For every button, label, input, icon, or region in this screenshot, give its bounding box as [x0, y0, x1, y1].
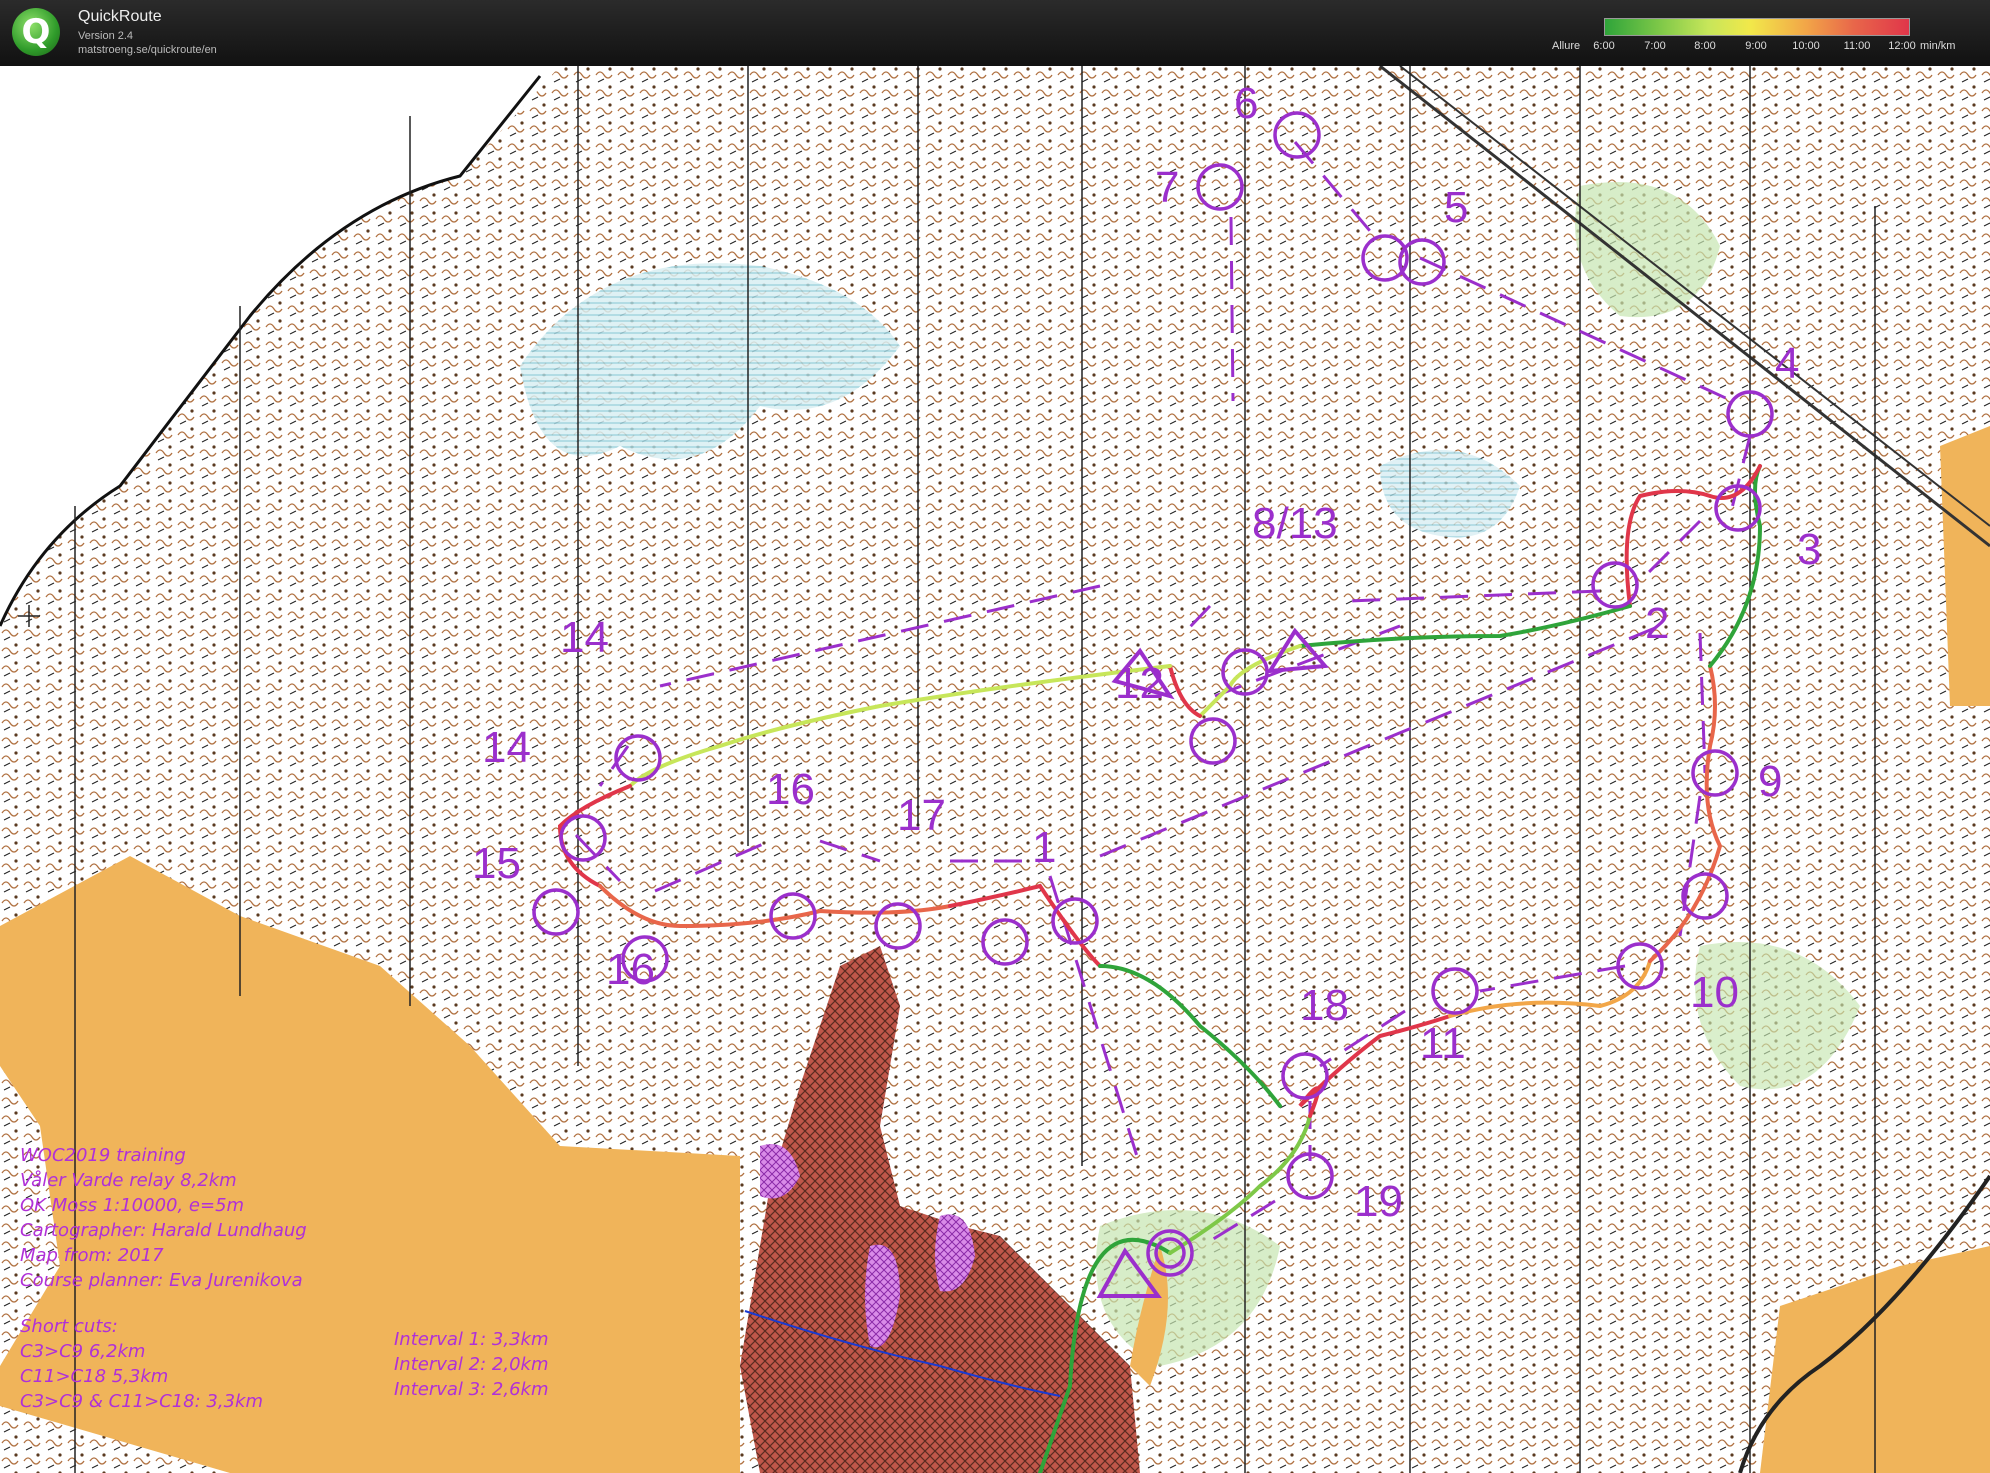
interval-line: Interval 3: 2,6km	[394, 1379, 549, 1400]
pace-tick: 12:00	[1888, 40, 1916, 52]
pace-color-scale	[1604, 18, 1910, 36]
map-canvas: 14 14 15 16 16 17 1 12 8/13 7 6 5 4 3 2 …	[0, 66, 1990, 1473]
control-label: 19	[1354, 1177, 1403, 1226]
orienteering-map[interactable]: 14 14 15 16 16 17 1 12 8/13 7 6 5 4 3 2 …	[0, 66, 1990, 1473]
pace-tick: 9:00	[1745, 40, 1767, 52]
shortcut-line: C3>C9 6,2km	[20, 1341, 146, 1362]
control-label: 11	[1420, 1019, 1466, 1068]
quickroute-logo: Q	[12, 8, 60, 56]
info-line: Våler Varde relay 8,2km	[20, 1170, 237, 1191]
pace-tick: 11:00	[1843, 40, 1871, 52]
app-version: Version 2.4	[78, 30, 134, 42]
shortcuts-title: Short cuts:	[20, 1316, 118, 1337]
control-label: 16	[766, 765, 815, 814]
control-label: 4	[1775, 339, 1799, 388]
control-label: 8/13	[1252, 499, 1338, 548]
pace-legend-unit: min/km	[1920, 40, 1956, 52]
info-line: Map from: 2017	[20, 1245, 164, 1266]
interval-line: Interval 1: 3,3km	[394, 1329, 549, 1350]
control-label: 9	[1758, 757, 1782, 806]
app-header: Q QuickRoute Version 2.4 matstroeng.se/q…	[0, 0, 1990, 66]
info-line: OK Moss 1:10000, e=5m	[20, 1195, 245, 1216]
control-label: 14	[482, 723, 531, 772]
pace-tick: 10:00	[1792, 40, 1820, 52]
control-label: 10	[1690, 968, 1739, 1017]
control-label: 5	[1444, 183, 1468, 232]
control-label: 7	[1155, 163, 1179, 212]
info-line: Course planner: Eva Jurenikova	[20, 1270, 303, 1291]
control-label: 16	[606, 945, 655, 994]
pace-tick: 8:00	[1694, 40, 1716, 52]
control-label: 14	[560, 613, 609, 662]
control-label: 3	[1797, 525, 1821, 574]
pace-tick: 6:00	[1593, 40, 1615, 52]
pace-legend-label: Allure	[1552, 40, 1581, 52]
shortcut-line: C11>C18 5,3km	[20, 1366, 169, 1387]
interval-line: Interval 2: 2,0km	[394, 1354, 549, 1375]
control-label: 15	[472, 839, 521, 888]
control-label: 1	[1032, 823, 1056, 872]
control-label: 17	[897, 791, 946, 840]
info-line: Cartographer: Harald Lundhaug	[20, 1220, 307, 1241]
pace-tick: 7:00	[1644, 40, 1666, 52]
control-label: 6	[1234, 79, 1258, 128]
control-label: 2	[1645, 599, 1669, 648]
app-name: QuickRoute	[78, 8, 162, 25]
control-label: 12	[1115, 659, 1164, 708]
control-label: 18	[1300, 981, 1349, 1030]
info-title: WOC2019 training	[20, 1145, 186, 1166]
app-url[interactable]: matstroeng.se/quickroute/en	[78, 44, 217, 56]
shortcut-line: C3>C9 & C11>C18: 3,3km	[20, 1391, 263, 1412]
